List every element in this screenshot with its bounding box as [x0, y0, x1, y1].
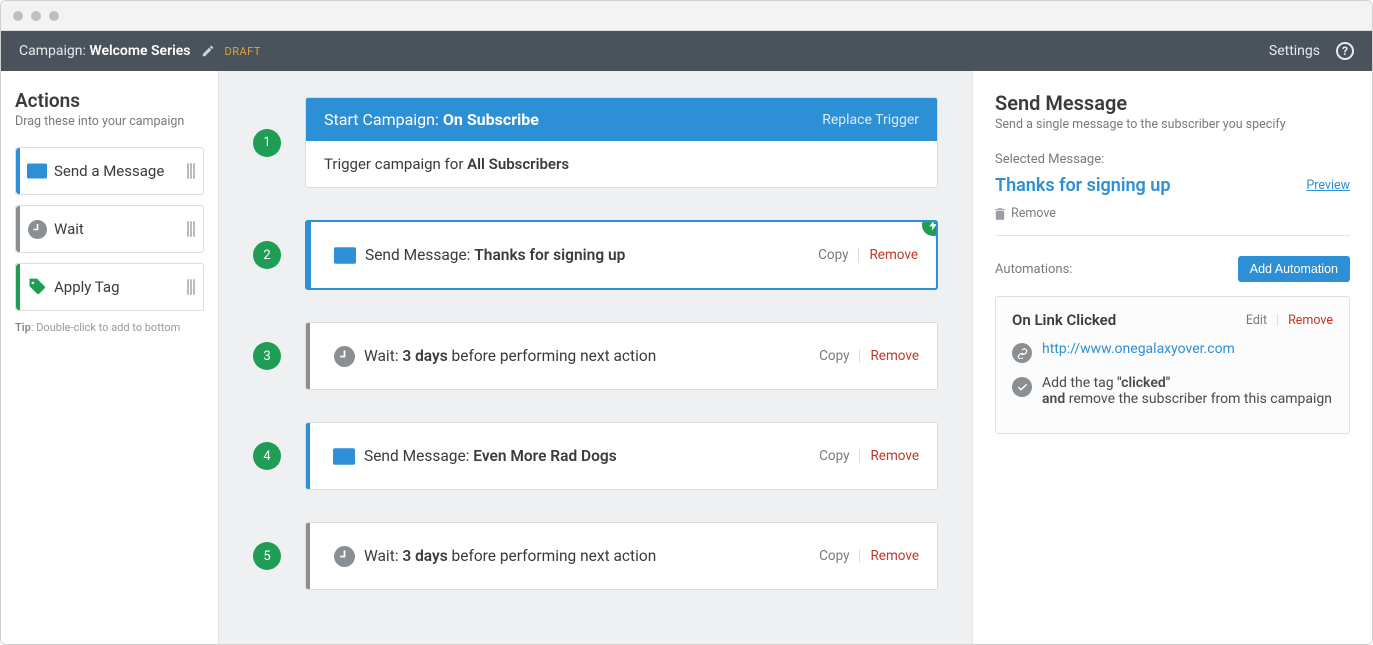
trigger-body: Trigger campaign for All Subscribers	[306, 141, 937, 187]
window-titlebar	[1, 1, 1372, 31]
grip-icon	[187, 279, 195, 295]
automations-label: Automations:	[995, 262, 1072, 277]
step-row: 1 Start Campaign: On Subscribe Replace T…	[253, 97, 938, 188]
step-number: 4	[253, 442, 281, 470]
details-desc: Send a single message to the subscriber …	[995, 117, 1350, 132]
step-color-bar	[306, 323, 310, 389]
automation-edit-link[interactable]: Edit	[1246, 313, 1267, 328]
send-message-card[interactable]: Send Message: Thanks for signing up Copy…	[305, 220, 938, 290]
check-icon	[1012, 377, 1032, 397]
step-remove-link[interactable]: Remove	[869, 247, 918, 263]
automation-remove-link[interactable]: Remove	[1288, 313, 1333, 328]
separator	[859, 549, 860, 563]
send-message-card[interactable]: Send Message: Even More Rad Dogs Copy Re…	[305, 422, 938, 490]
action-wait[interactable]: Wait	[15, 205, 204, 253]
draft-badge: DRAFT	[225, 45, 261, 58]
step-row: 5 Wait: 3 days before performing next ac…	[253, 522, 938, 590]
step-remove-link[interactable]: Remove	[870, 348, 919, 364]
step-color-bar	[306, 423, 310, 489]
step-row: 2 Send Message: Thanks for signing up Co…	[253, 220, 938, 290]
main-body: Actions Drag these into your campaign Se…	[1, 71, 1372, 644]
selected-message-name[interactable]: Thanks for signing up	[995, 175, 1170, 196]
help-icon[interactable]: ?	[1336, 42, 1354, 60]
mail-icon	[325, 247, 365, 264]
step-label: Wait: 3 days before performing next acti…	[364, 547, 819, 565]
details-sidebar: Send Message Send a single message to th…	[972, 71, 1372, 644]
step-row: 4 Send Message: Even More Rad Dogs Copy …	[253, 422, 938, 490]
step-copy-link[interactable]: Copy	[818, 247, 848, 263]
action-send-message[interactable]: Send a Message	[15, 147, 204, 195]
step-remove-link[interactable]: Remove	[870, 548, 919, 564]
campaign-canvas: 1 Start Campaign: On Subscribe Replace T…	[219, 71, 972, 644]
step-label: Wait: 3 days before performing next acti…	[364, 347, 819, 365]
grip-icon	[187, 163, 195, 179]
clock-icon	[20, 220, 54, 239]
campaign-title: Campaign: Welcome Series	[19, 43, 191, 59]
edit-icon[interactable]	[201, 44, 215, 58]
action-label: Apply Tag	[54, 278, 187, 296]
grip-icon	[187, 221, 195, 237]
add-automation-button[interactable]: Add Automation	[1238, 256, 1350, 282]
wait-card[interactable]: Wait: 3 days before performing next acti…	[305, 522, 938, 590]
step-number: 5	[253, 542, 281, 570]
tag-icon	[20, 277, 54, 297]
step-label: Send Message: Even More Rad Dogs	[364, 447, 819, 465]
actions-subtitle: Drag these into your campaign	[15, 114, 204, 129]
step-label: Send Message: Thanks for signing up	[365, 246, 818, 264]
step-copy-link[interactable]: Copy	[819, 448, 849, 464]
separator	[859, 349, 860, 363]
trigger-header: Start Campaign: On Subscribe Replace Tri…	[306, 98, 937, 141]
trigger-card[interactable]: Start Campaign: On Subscribe Replace Tri…	[305, 97, 938, 188]
actions-sidebar: Actions Drag these into your campaign Se…	[1, 71, 219, 644]
trigger-title: Start Campaign: On Subscribe	[324, 110, 539, 129]
mail-icon	[324, 448, 364, 465]
step-color-bar	[306, 523, 310, 589]
settings-link[interactable]: Settings	[1269, 43, 1320, 59]
divider	[995, 235, 1350, 236]
actions-title: Actions	[15, 89, 204, 112]
step-color-bar	[307, 222, 311, 288]
app-window: Campaign: Welcome Series DRAFT Settings …	[0, 0, 1373, 645]
step-copy-link[interactable]: Copy	[819, 348, 849, 364]
automation-action-text: Add the tag "clicked" and remove the sub…	[1042, 375, 1332, 407]
traffic-max-icon[interactable]	[49, 11, 59, 21]
actions-tip: Tip: Double-click to add to bottom	[15, 321, 204, 334]
mail-icon	[20, 163, 54, 179]
automation-card: On Link Clicked Edit Remove http://www.o…	[995, 296, 1350, 434]
separator	[859, 449, 860, 463]
automation-title: On Link Clicked	[1012, 311, 1116, 329]
step-number: 2	[253, 241, 281, 269]
selected-message-label: Selected Message:	[995, 152, 1350, 167]
action-label: Send a Message	[54, 162, 187, 180]
replace-trigger-link[interactable]: Replace Trigger	[822, 112, 919, 128]
clock-icon	[324, 346, 364, 367]
traffic-close-icon[interactable]	[13, 11, 23, 21]
clock-icon	[324, 546, 364, 567]
step-copy-link[interactable]: Copy	[819, 548, 849, 564]
link-icon	[1012, 343, 1032, 363]
preview-link[interactable]: Preview	[1306, 178, 1350, 193]
step-number: 1	[253, 129, 281, 157]
details-title: Send Message	[995, 91, 1350, 115]
step-remove-link[interactable]: Remove	[870, 448, 919, 464]
step-row: 3 Wait: 3 days before performing next ac…	[253, 322, 938, 390]
separator	[1277, 314, 1278, 326]
trash-icon	[995, 208, 1005, 220]
remove-message-link[interactable]: Remove	[995, 206, 1350, 221]
separator	[858, 248, 859, 262]
wait-card[interactable]: Wait: 3 days before performing next acti…	[305, 322, 938, 390]
traffic-min-icon[interactable]	[31, 11, 41, 21]
automation-url[interactable]: http://www.onegalaxyover.com	[1042, 341, 1235, 357]
toolbar: Campaign: Welcome Series DRAFT Settings …	[1, 31, 1372, 71]
action-label: Wait	[54, 220, 187, 238]
step-number: 3	[253, 342, 281, 370]
action-apply-tag[interactable]: Apply Tag	[15, 263, 204, 311]
